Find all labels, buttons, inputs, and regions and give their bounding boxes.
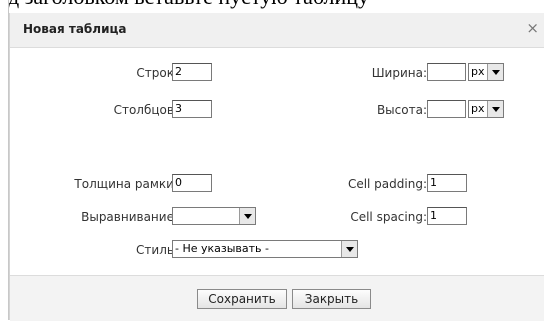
- style-dropdown-icon[interactable]: [341, 241, 357, 257]
- dialog-title: Новая таблица: [23, 22, 127, 36]
- align-dropdown-icon[interactable]: [239, 208, 255, 224]
- cols-input[interactable]: 3: [172, 100, 212, 118]
- border-input[interactable]: 0: [172, 174, 212, 192]
- border-label: Толщина рамки:: [74, 177, 178, 191]
- width-unit-dropdown-icon[interactable]: [487, 64, 503, 80]
- cols-label: Столбцов:: [113, 103, 178, 117]
- height-unit-select[interactable]: px: [468, 100, 504, 118]
- cell-padding-input[interactable]: 1: [427, 174, 467, 192]
- height-unit-value: px: [471, 102, 485, 115]
- rows-input[interactable]: 2: [172, 63, 212, 81]
- close-icon[interactable]: ×: [526, 19, 539, 37]
- width-unit-select[interactable]: px: [468, 63, 504, 81]
- height-input[interactable]: [427, 100, 466, 118]
- cell-spacing-input[interactable]: 1: [427, 207, 467, 225]
- style-select[interactable]: - Не указывать -: [172, 240, 358, 258]
- style-value: - Не указывать -: [175, 242, 270, 255]
- align-select[interactable]: [172, 207, 256, 225]
- height-unit-dropdown-icon[interactable]: [487, 101, 503, 117]
- width-unit-value: px: [471, 65, 485, 78]
- cell-padding-label: Cell padding:: [347, 177, 427, 191]
- new-table-dialog: Новая таблица × Строк: 2 Ширина: px Стол…: [9, 13, 544, 321]
- close-button[interactable]: Закрыть: [292, 289, 371, 309]
- background-heading-text: д заголовком вставьте пустую таблицу: [8, 0, 369, 10]
- width-input[interactable]: [427, 63, 466, 81]
- height-label: Высота:: [376, 103, 427, 117]
- align-label: Выравнивание:: [81, 210, 178, 224]
- dialog-footer: Сохранить Закрыть: [10, 275, 544, 321]
- dialog-titlebar: Новая таблица ×: [10, 13, 544, 48]
- save-button[interactable]: Сохранить: [197, 289, 287, 309]
- width-label: Ширина:: [371, 66, 427, 80]
- cell-spacing-label: Cell spacing:: [350, 210, 427, 224]
